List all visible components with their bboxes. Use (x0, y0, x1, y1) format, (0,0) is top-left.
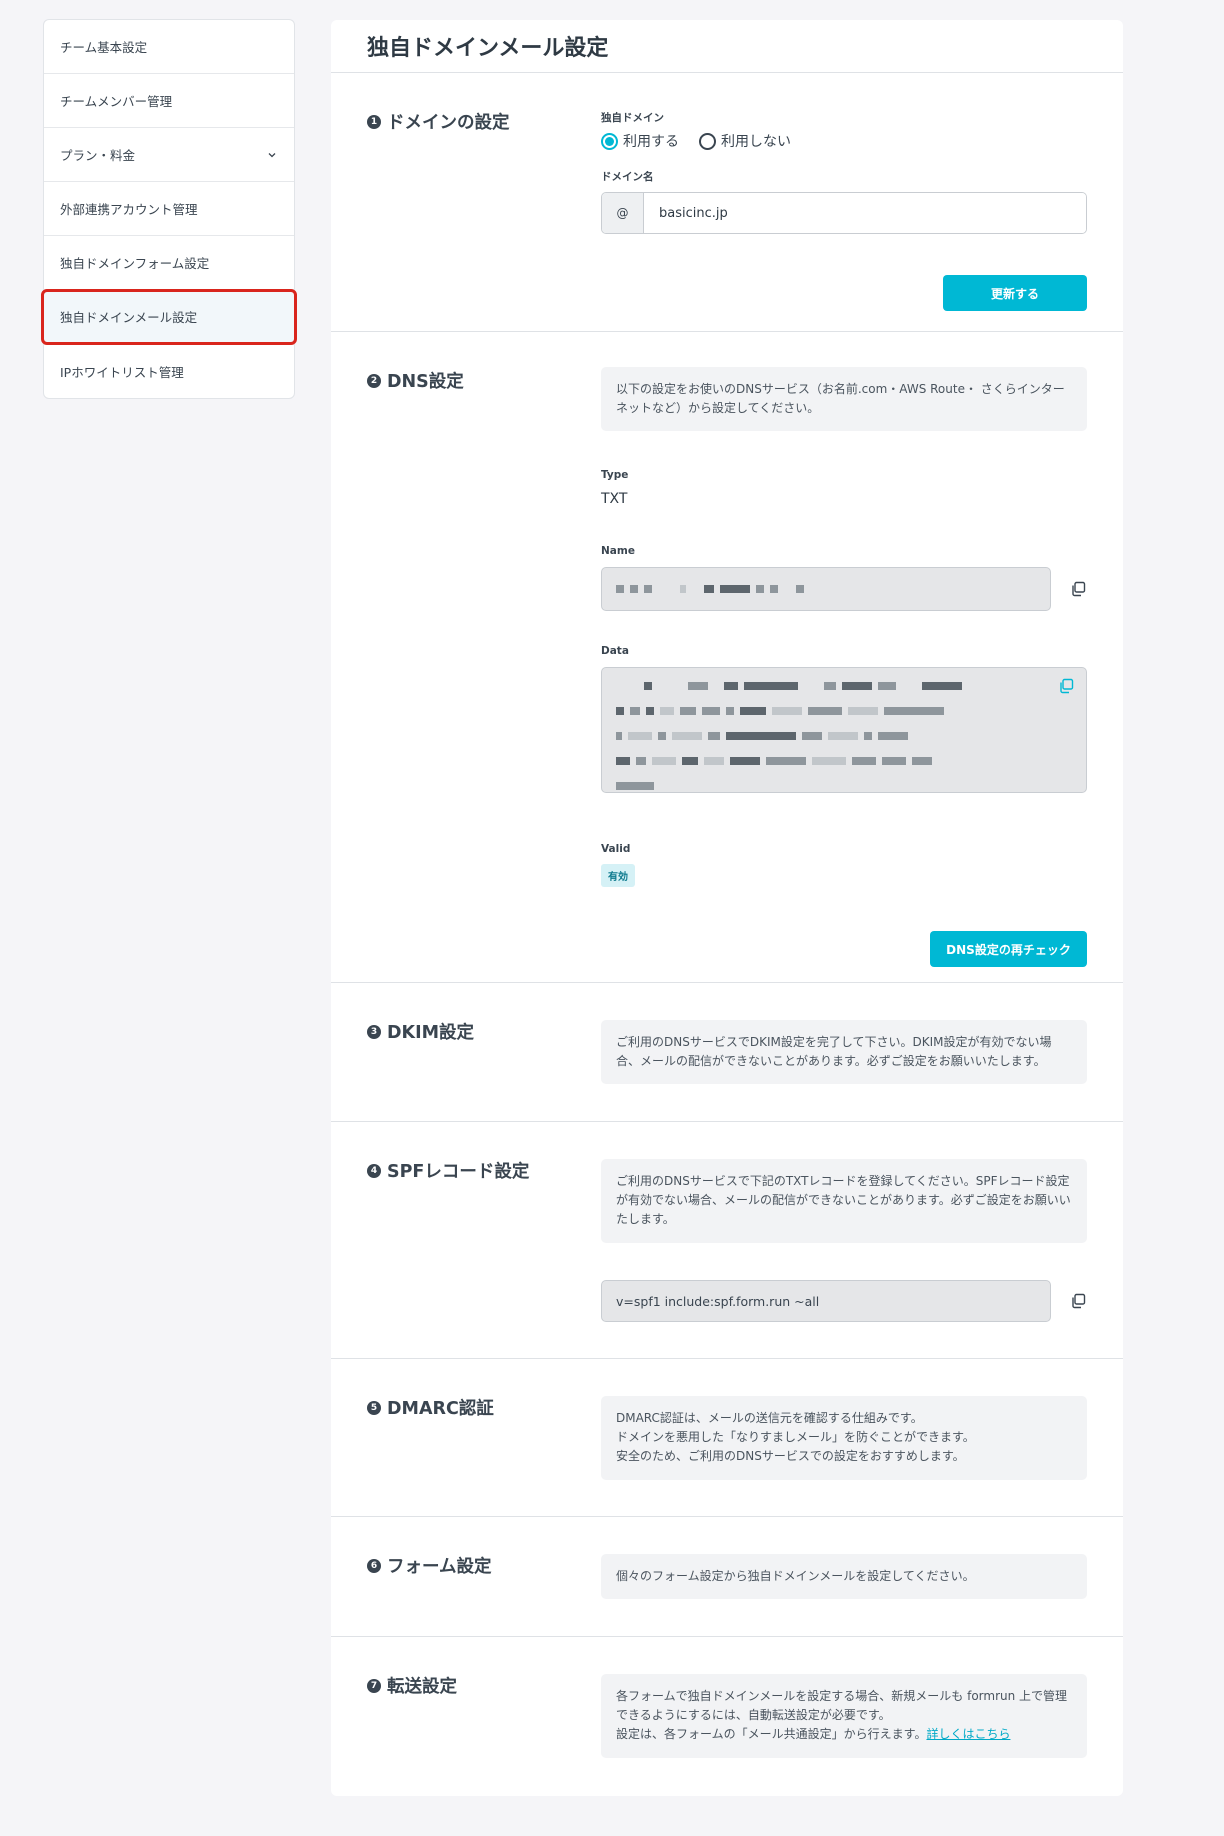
step-number: 3 (367, 1024, 381, 1039)
dns-data-field[interactable] (601, 667, 1087, 793)
dkim-section: 3 DKIM設定 ご利用のDNSサービスでDKIM設定を完了して下さい。DKIM… (331, 983, 1123, 1122)
step-number: 1 (367, 114, 381, 129)
learn-more-link[interactable]: 詳しくはこちら (926, 1727, 1010, 1741)
settings-sidebar: チーム基本設定 チームメンバー管理 プラン・料金 外部連携アカウント管理 独自ド… (41, 19, 297, 399)
sidebar-item-team-basic[interactable]: チーム基本設定 (44, 20, 294, 74)
step-number: 4 (367, 1163, 381, 1178)
dkim-body: ご利用のDNSサービスでDKIM設定を完了して下さい。DKIM設定が有効でない場… (601, 1020, 1087, 1085)
domain-section: 1 ドメインの設定 独自ドメイン 利用する 利用しない ドメイン名 @ 更新する (331, 73, 1123, 332)
not-use-radio[interactable]: 利用しない (699, 131, 791, 151)
sidebar-item-label: IPホワイトリスト管理 (60, 364, 184, 380)
chevron-down-icon (266, 149, 278, 161)
section-title: 6 フォーム設定 (367, 1553, 491, 1578)
sidebar-item-label: 独自ドメインメール設定 (60, 310, 198, 325)
dns-name-field[interactable] (601, 567, 1051, 611)
section-title: 1 ドメインの設定 (367, 109, 510, 134)
dmarc-note: DMARC認証は、メールの送信元を確認する仕組みです。 ドメインを悪用した「なり… (601, 1396, 1087, 1480)
sidebar-item-label: プラン・料金 (60, 148, 136, 163)
dmarc-body: DMARC認証は、メールの送信元を確認する仕組みです。 ドメインを悪用した「なり… (601, 1396, 1087, 1480)
copy-spf-icon[interactable] (1069, 1292, 1087, 1310)
step-number: 2 (367, 373, 381, 388)
valid-badge-wrap: 有効 (601, 864, 635, 887)
custom-domain-label: 独自ドメイン (601, 112, 664, 124)
sidebar-item-plan[interactable]: プラン・料金 (44, 128, 294, 182)
data-label: Data (601, 645, 629, 657)
settings-panel: 独自ドメインメール設定 1 ドメインの設定 独自ドメイン 利用する 利用しない … (331, 20, 1123, 1796)
forward-body: 各フォームで独自ドメインメールを設定する場合、新規メールも formrun 上で… (601, 1674, 1087, 1758)
dmarc-section: 5 DMARC認証 DMARC認証は、メールの送信元を確認する仕組みです。 ドメ… (331, 1359, 1123, 1517)
spf-section: 4 SPFレコード設定 ご利用のDNSサービスで下記のTXTレコードを登録してく… (331, 1122, 1123, 1359)
domain-input-group: @ (601, 192, 1087, 234)
spf-body: ご利用のDNSサービスで下記のTXTレコードを登録してください。SPFレコード設… (601, 1159, 1087, 1339)
form-section: 6 フォーム設定 個々のフォーム設定から独自ドメインメールを設定してください。 (331, 1517, 1123, 1637)
valid-label: Valid (601, 843, 631, 855)
sidebar-item-custom-domain-mail[interactable]: 独自ドメインメール設定 (41, 289, 297, 345)
dkim-note: ご利用のDNSサービスでDKIM設定を完了して下さい。DKIM設定が有効でない場… (601, 1020, 1087, 1085)
form-note: 個々のフォーム設定から独自ドメインメールを設定してください。 (601, 1554, 1087, 1600)
type-label: Type (601, 469, 629, 481)
section-title: 4 SPFレコード設定 (367, 1158, 529, 1183)
use-radio[interactable]: 利用する (601, 131, 679, 151)
sidebar-item-label: チーム基本設定 (60, 40, 148, 55)
spf-note: ご利用のDNSサービスで下記のTXTレコードを登録してください。SPFレコード設… (601, 1159, 1087, 1243)
section-title: 5 DMARC認証 (367, 1395, 494, 1420)
dns-note: 以下の設定をお使いのDNSサービス（お名前.com・AWS Route・ さくら… (601, 367, 1087, 432)
section-title: 3 DKIM設定 (367, 1019, 474, 1044)
dns-recheck-button[interactable]: DNS設定の再チェック (930, 931, 1087, 967)
copy-data-icon[interactable] (1057, 677, 1075, 695)
domain-name-label: ドメイン名 (601, 171, 654, 183)
radio-unchecked-icon (699, 132, 716, 150)
at-addon: @ (602, 193, 644, 233)
page-title: 独自ドメインメール設定 (331, 20, 1123, 73)
update-button[interactable]: 更新する (943, 275, 1087, 311)
custom-domain-radio-group: 利用する 利用しない (601, 131, 1087, 151)
sidebar-item-ip-whitelist[interactable]: IPホワイトリスト管理 (44, 344, 294, 398)
step-number: 7 (367, 1678, 381, 1693)
sidebar-item-custom-domain-form[interactable]: 独自ドメインフォーム設定 (44, 236, 294, 290)
sidebar-item-external-accounts[interactable]: 外部連携アカウント管理 (44, 182, 294, 236)
forward-section: 7 転送設定 各フォームで独自ドメインメールを設定する場合、新規メールも for… (331, 1637, 1123, 1796)
sidebar-item-label: 独自ドメインフォーム設定 (60, 256, 210, 271)
domain-name-input[interactable] (644, 193, 1086, 233)
sidebar-item-label: 外部連携アカウント管理 (60, 202, 198, 217)
sidebar-item-label: チームメンバー管理 (60, 94, 173, 109)
form-body: 個々のフォーム設定から独自ドメインメールを設定してください。 (601, 1554, 1087, 1600)
name-label: Name (601, 545, 635, 557)
step-number: 6 (367, 1558, 381, 1573)
sidebar-item-team-members[interactable]: チームメンバー管理 (44, 74, 294, 128)
radio-checked-icon (601, 132, 618, 150)
copy-name-icon[interactable] (1069, 580, 1087, 598)
spf-record-field[interactable]: v=spf1 include:spf.form.run ~all (601, 1280, 1051, 1322)
domain-form: 独自ドメイン 利用する 利用しない ドメイン名 @ 更新する (601, 110, 1087, 311)
dns-section: 2 DNS設定 以下の設定をお使いのDNSサービス（お名前.com・AWS Ro… (331, 332, 1123, 983)
forward-note: 各フォームで独自ドメインメールを設定する場合、新規メールも formrun 上で… (601, 1674, 1087, 1758)
type-value: TXT (601, 491, 628, 507)
section-title: 2 DNS設定 (367, 368, 464, 393)
dns-body: 以下の設定をお使いのDNSサービス（お名前.com・AWS Route・ さくら… (601, 367, 1087, 967)
section-title: 7 転送設定 (367, 1673, 457, 1698)
status-badge: 有効 (601, 864, 635, 887)
step-number: 5 (367, 1400, 381, 1415)
